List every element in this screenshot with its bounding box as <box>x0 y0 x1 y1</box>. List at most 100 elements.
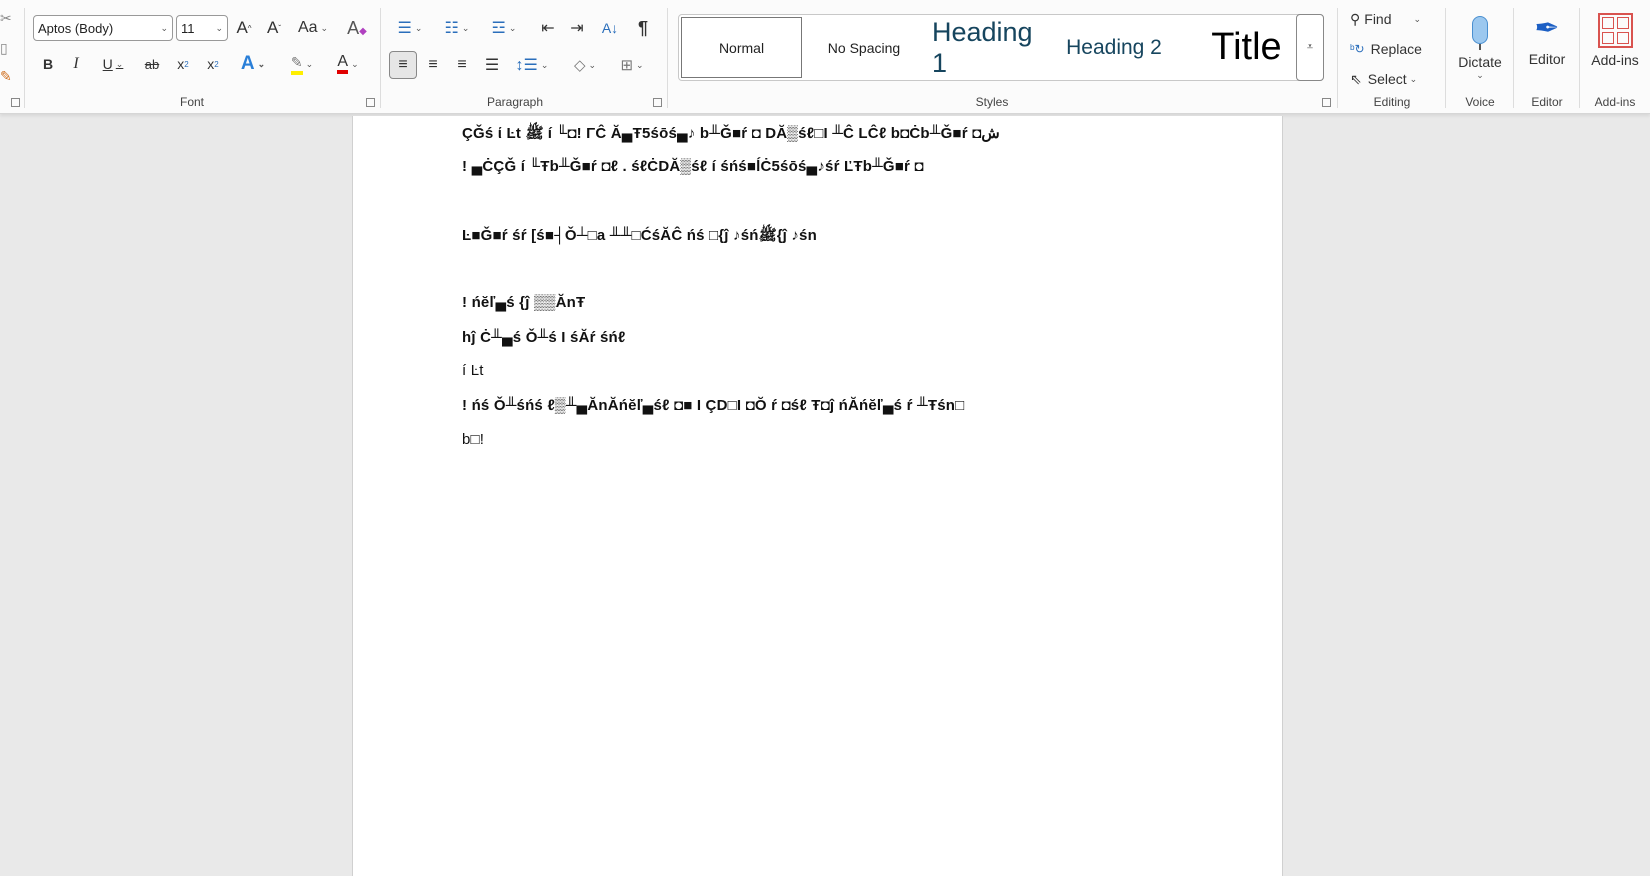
style-no-spacing-label: No Spacing <box>827 39 901 56</box>
shrink-font-icon: A <box>266 18 279 37</box>
shading-icon: ◇ <box>573 57 586 74</box>
cut-icon[interactable]: ✂ <box>0 10 12 27</box>
line-spacing-icon: ↕☰ <box>515 57 538 74</box>
addins-grid-icon <box>1597 12 1633 48</box>
addins-button[interactable]: Add-ins <box>1582 8 1648 70</box>
borders-icon: ⊞ <box>620 57 634 74</box>
document-line[interactable]: hĵ Ċ╨▄ś Ǒ╨ś I śĂŕ śńℓ <box>462 329 625 346</box>
grow-font-icon: A <box>236 18 248 37</box>
justify-button[interactable]: ☰ <box>480 52 504 78</box>
select-button[interactable]: ⇖ Select ⌄ <box>1350 68 1417 90</box>
font-group-label: Font <box>179 95 204 109</box>
italic-button[interactable]: I <box>66 52 86 76</box>
sort-icon: A↓ <box>601 20 619 36</box>
addins-group-label: Add-ins <box>1594 95 1636 109</box>
style-title[interactable]: Title <box>1184 15 1309 80</box>
underline-icon: U <box>102 56 113 72</box>
bold-icon: B <box>42 56 54 72</box>
highlight-color-button[interactable]: ✎ ⌄ <box>284 52 320 76</box>
styles-launcher-icon[interactable] <box>1322 98 1331 107</box>
clear-formatting-button[interactable]: A◆ <box>345 16 369 40</box>
editor-pen-icon: ✒ <box>1534 12 1560 45</box>
document-line[interactable]: í Ŀt <box>462 362 484 379</box>
increase-indent-icon: ⇥ <box>570 20 584 37</box>
borders-button[interactable]: ⊞ ⌄ <box>612 52 652 78</box>
document-line[interactable]: Ŀ■Ǧ■ŕ śŕ [ś■┤Ǒ┴□a ╨╨□ĆśĂĈ ńś □{ĵ ♪śńﷺ{ĵ … <box>462 226 817 248</box>
shrink-font-button[interactable]: Aˇ <box>262 16 286 40</box>
find-button[interactable]: ⚲ Find ⌄ <box>1350 8 1421 30</box>
replace-icon: ᵇ↻ <box>1350 42 1365 56</box>
styles-group-label: Styles <box>975 95 1009 109</box>
document-page[interactable]: ÇǦś ί Ŀt ﷺ í ╙◘! ΓĈ Ă▄Ŧ5śōś▄♪ b╨Ǧ■ŕ ◘ DĂ… <box>352 116 1283 876</box>
grow-font-button[interactable]: A ^ <box>232 16 256 40</box>
cursor-icon: ⇖ <box>1350 70 1362 87</box>
numbering-button[interactable]: ☷ ⌄ <box>437 16 477 40</box>
align-left-icon: ≡ <box>398 56 408 73</box>
document-line[interactable]: ! ńś Ǒ╨śńś ℓ▒╨▄ĂnĂńĕľ▄śℓ ◘■ I ÇD□I ◘Ŏ ŕ … <box>462 397 964 414</box>
increase-indent-button[interactable]: ⇥ <box>565 16 589 40</box>
search-icon: ⚲ <box>1350 10 1361 27</box>
font-size-select[interactable]: 11 ⌄ <box>176 15 228 41</box>
style-heading-2[interactable]: Heading 2 <box>1049 15 1179 80</box>
align-left-button[interactable]: ≡ <box>389 51 417 79</box>
line-spacing-button[interactable]: ↕☰ ⌄ <box>512 52 552 78</box>
numbering-icon: ☷ <box>444 20 459 37</box>
pilcrow-icon: ¶ <box>637 17 648 38</box>
dictate-button[interactable]: Dictate ⌄ <box>1450 8 1510 88</box>
clear-formatting-icon: A◆ <box>347 17 367 38</box>
highlighter-icon: ✎ <box>290 54 303 75</box>
clipboard-launcher-icon[interactable] <box>11 98 20 107</box>
align-right-icon: ≡ <box>457 56 467 73</box>
strikethrough-icon: ab <box>144 56 160 72</box>
voice-group-label: Voice <box>1465 95 1495 109</box>
styles-more-button[interactable]: ⩡ <box>1296 14 1324 81</box>
multilevel-list-icon: ☲ <box>491 20 506 37</box>
more-chevron-icon: ⩡ <box>1306 41 1314 53</box>
decrease-indent-icon: ⇤ <box>541 20 555 37</box>
editor-label: Editor <box>1528 51 1566 67</box>
strikethrough-button[interactable]: ab <box>140 52 164 76</box>
editing-group-label: Editing <box>1373 95 1411 109</box>
paragraph-launcher-icon[interactable] <box>653 98 662 107</box>
replace-label: Replace <box>1370 41 1422 57</box>
find-label: Find <box>1364 11 1392 27</box>
select-label: Select <box>1367 71 1407 87</box>
font-color-button[interactable]: A ⌄ <box>330 52 366 76</box>
bold-button[interactable]: B <box>38 52 58 76</box>
document-line[interactable]: ! ▄ĊÇǦ í ╙Ŧb╨Ǧ■ŕ ◘ℓ . śℓĊDĂ▒śℓ í śńś■ĺĊ5… <box>462 158 924 175</box>
style-heading-1[interactable]: Heading 1 <box>924 15 1049 80</box>
document-line[interactable]: ÇǦś ί Ŀt ﷺ í ╙◘! ΓĈ Ă▄Ŧ5śōś▄♪ b╨Ǧ■ŕ ◘ DĂ… <box>462 124 1000 146</box>
font-color-icon: A <box>337 54 349 74</box>
styles-gallery: Normal No Spacing Heading 1 Heading 2 Ti… <box>678 14 1324 81</box>
ribbon: ✂ ▯ ✎ Aptos (Body) ⌄ 11 ⌄ A ^ Aˇ Aa ⌄ A◆ B I… <box>0 0 1650 114</box>
bullets-button[interactable]: ☰ ⌄ <box>390 16 430 40</box>
editor-group-label: Editor <box>1531 95 1563 109</box>
change-case-icon: Aa <box>297 19 318 36</box>
font-name-select[interactable]: Aptos (Body) ⌄ <box>33 15 173 41</box>
text-effects-button[interactable]: A ⌄ <box>236 52 270 76</box>
replace-button[interactable]: ᵇ↻ Replace <box>1350 38 1422 60</box>
decrease-indent-button[interactable]: ⇤ <box>536 16 560 40</box>
superscript-button[interactable]: x2 <box>202 52 224 76</box>
font-name-value: Aptos (Body) <box>38 20 114 36</box>
subscript-button[interactable]: x2 <box>172 52 194 76</box>
document-line[interactable]: ! ńĕľ▄ś {ĵ ▒▒ĂnŦ <box>462 294 585 311</box>
document-line[interactable]: b□! <box>462 431 484 448</box>
font-launcher-icon[interactable] <box>366 98 375 107</box>
text-effects-icon: A <box>240 53 255 74</box>
editor-button[interactable]: ✒ Editor <box>1516 8 1578 70</box>
style-no-spacing[interactable]: No Spacing <box>804 15 924 80</box>
underline-button[interactable]: U ⌄ <box>95 52 131 76</box>
align-right-button[interactable]: ≡ <box>450 52 474 78</box>
show-formatting-button[interactable]: ¶ <box>632 16 654 40</box>
copy-icon[interactable]: ▯ <box>0 40 8 57</box>
sort-button[interactable]: A↓ <box>597 16 623 40</box>
align-center-button[interactable]: ≡ <box>421 52 445 78</box>
shading-button[interactable]: ◇ ⌄ <box>565 52 605 78</box>
font-size-value: 11 <box>181 20 195 36</box>
format-painter-icon[interactable]: ✎ <box>0 68 12 85</box>
multilevel-list-button[interactable]: ☲ ⌄ <box>484 16 524 40</box>
style-title-label: Title <box>1211 26 1282 68</box>
change-case-button[interactable]: Aa ⌄ <box>295 16 331 40</box>
style-normal[interactable]: Normal <box>681 17 802 78</box>
